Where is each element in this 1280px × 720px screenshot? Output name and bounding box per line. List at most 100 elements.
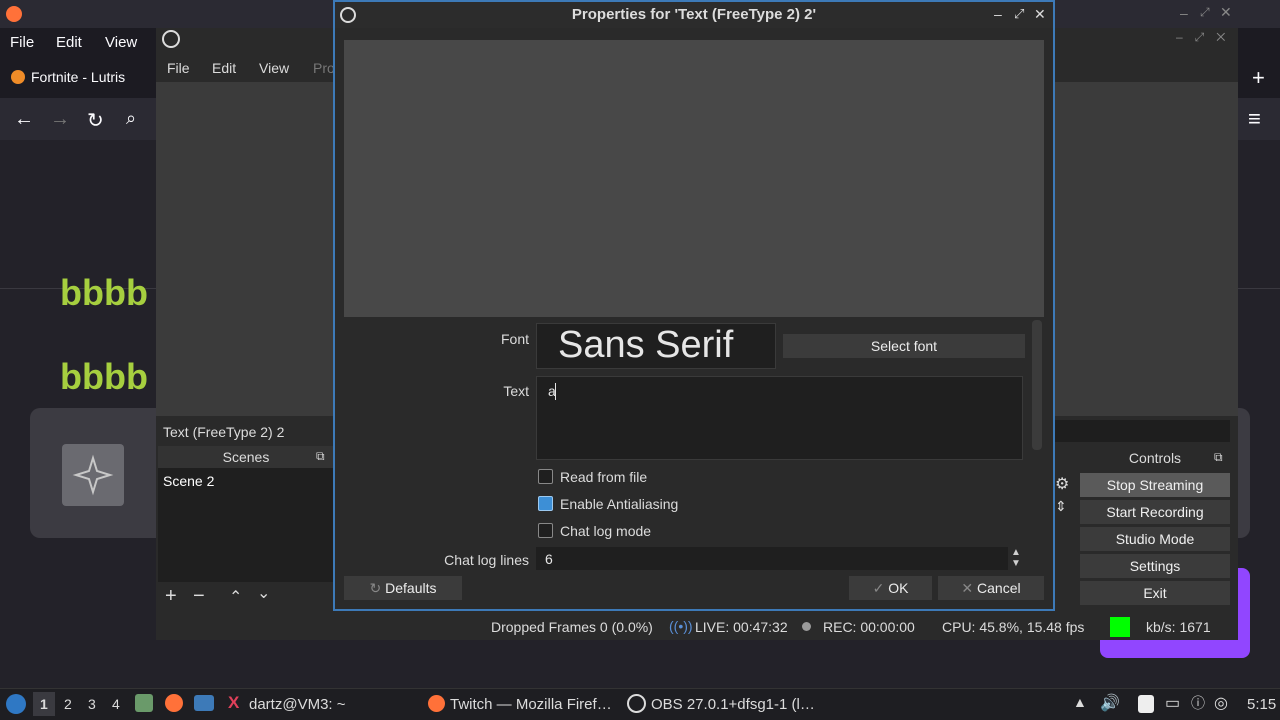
- defaults-button[interactable]: ↻ Defaults: [344, 576, 462, 600]
- window-minimize-icon[interactable]: –: [1180, 5, 1188, 21]
- taskbar-terminal[interactable]: dartz@VM3: ~: [249, 696, 346, 713]
- live-time: LIVE: 00:47:32: [695, 619, 788, 635]
- firefox-tab-title[interactable]: Fortnite - Lutris: [31, 69, 125, 85]
- workspace-4[interactable]: 4: [112, 696, 120, 712]
- taskbar-firefox[interactable]: Twitch — Mozilla Firef…: [450, 696, 612, 713]
- chat-log-lines-value: 6: [545, 551, 553, 567]
- obs-menu-edit[interactable]: Edit: [212, 60, 236, 76]
- firefox-menu-file[interactable]: File: [10, 34, 34, 51]
- obs-menu-profile[interactable]: Pro: [313, 60, 335, 76]
- font-name: Sans Serif: [558, 324, 734, 366]
- forward-icon[interactable]: →: [50, 108, 70, 131]
- back-icon[interactable]: ←: [14, 108, 34, 131]
- search-icon[interactable]: ⌕: [126, 108, 136, 129]
- content-text-1: bbbb: [60, 272, 148, 313]
- window-close-icon[interactable]: ✕: [1220, 4, 1232, 21]
- obs-window-controls[interactable]: –⤢✕: [1176, 30, 1237, 45]
- check-icon: ✓: [872, 580, 889, 596]
- ok-label: OK: [888, 580, 909, 596]
- firefox-icon[interactable]: [165, 694, 183, 712]
- workspace-3[interactable]: 3: [88, 696, 96, 712]
- x-icon: ✕: [961, 580, 978, 596]
- chat-log-mode-checkbox[interactable]: [538, 523, 553, 538]
- firefox-task-icon: [428, 695, 445, 712]
- antialiasing-label[interactable]: Enable Antialiasing: [560, 496, 678, 512]
- new-tab-button[interactable]: +: [1252, 65, 1265, 91]
- workspace-2[interactable]: 2: [64, 696, 72, 712]
- scenes-title: Scenes: [158, 446, 334, 468]
- chat-log-lines-label: Chat log lines: [444, 552, 529, 568]
- dialog-preview: [344, 40, 1044, 317]
- cancel-button[interactable]: ✕ Cancel: [938, 576, 1044, 600]
- reload-icon[interactable]: ↻: [87, 108, 104, 133]
- controls-title: Controls: [1128, 450, 1182, 466]
- file-manager-icon[interactable]: [135, 694, 153, 712]
- bitrate-indicator: [1110, 617, 1130, 637]
- undock-icon[interactable]: ⧉: [1214, 450, 1223, 465]
- sparkle-icon: [62, 444, 124, 506]
- updown-icon[interactable]: ⇕: [1055, 498, 1067, 515]
- dialog-title: Properties for 'Text (FreeType 2) 2': [571, 6, 817, 23]
- clipboard-icon[interactable]: [1138, 695, 1154, 713]
- obs-menu-view[interactable]: View: [259, 60, 289, 76]
- obs-menu-file[interactable]: File: [167, 60, 190, 76]
- add-scene-icon[interactable]: +: [165, 585, 177, 608]
- volume-icon[interactable]: 🔊: [1100, 693, 1120, 713]
- menu-icon[interactable]: ≡: [1248, 106, 1261, 132]
- exit-button[interactable]: Exit: [1080, 581, 1230, 605]
- gear-icon[interactable]: ⚙: [1055, 474, 1069, 494]
- clock: 5:15: [1247, 696, 1277, 713]
- source-toolbar: [1055, 420, 1230, 442]
- scenes-toolbar: [158, 582, 334, 610]
- obs-logo-icon: [162, 30, 180, 48]
- notification-icon[interactable]: ⓘ: [1191, 693, 1205, 713]
- font-label: Font: [500, 331, 529, 347]
- settings-button[interactable]: Settings: [1080, 554, 1230, 578]
- start-recording-button[interactable]: Start Recording: [1080, 500, 1230, 524]
- firefox-logo-icon: [6, 6, 22, 22]
- network-icon[interactable]: ◎: [1214, 693, 1228, 713]
- text-caret: [555, 383, 556, 400]
- taskbar-obs[interactable]: OBS 27.0.1+dfsg1-1 (l…: [651, 696, 815, 713]
- read-from-file-label[interactable]: Read from file: [560, 469, 647, 485]
- close-icon[interactable]: ✕: [1034, 6, 1046, 23]
- terminal-icon: X: [228, 693, 240, 712]
- obs-task-icon: [627, 694, 646, 713]
- undock-icon[interactable]: ⧉: [316, 449, 325, 464]
- workspace-1[interactable]: 1: [40, 696, 48, 712]
- window-maximize-icon[interactable]: ⤢: [1200, 5, 1210, 20]
- read-from-file-checkbox[interactable]: [538, 469, 553, 484]
- lutris-tab-icon: [11, 70, 25, 84]
- live-icon: ((•)): [669, 618, 693, 634]
- reset-icon: ↻: [369, 580, 386, 596]
- text-input[interactable]: [536, 376, 1023, 460]
- antialiasing-checkbox[interactable]: [538, 496, 553, 511]
- move-up-icon[interactable]: ⌃: [229, 587, 242, 607]
- dropped-frames: Dropped Frames 0 (0.0%): [491, 619, 653, 635]
- stop-streaming-button[interactable]: Stop Streaming: [1080, 473, 1230, 497]
- move-down-icon[interactable]: ⌄: [257, 583, 270, 603]
- desktop-icon[interactable]: [194, 695, 214, 711]
- rec-icon: [802, 622, 811, 631]
- chat-log-mode-label[interactable]: Chat log mode: [560, 523, 651, 539]
- scene-item[interactable]: Scene 2: [163, 473, 214, 489]
- remove-scene-icon[interactable]: −: [193, 585, 205, 608]
- firefox-menu-view[interactable]: View: [105, 34, 137, 51]
- select-font-button[interactable]: Select font: [783, 334, 1025, 358]
- tray-up-icon[interactable]: ▲: [1073, 694, 1087, 710]
- display-icon[interactable]: ▭: [1165, 693, 1180, 713]
- minimize-icon[interactable]: –: [994, 6, 1002, 22]
- dialog-scrollbar[interactable]: [1032, 320, 1042, 450]
- firefox-menu-edit[interactable]: Edit: [56, 34, 82, 51]
- content-text-2: bbbb: [60, 356, 148, 397]
- start-menu-icon[interactable]: [6, 694, 26, 714]
- studio-mode-button[interactable]: Studio Mode: [1080, 527, 1230, 551]
- spin-arrows-icon[interactable]: ▲ ▼: [1008, 547, 1024, 570]
- cpu-usage: CPU: 45.8%, 15.48 fps: [942, 619, 1085, 635]
- chat-log-lines-input[interactable]: [536, 547, 1008, 570]
- defaults-label: Defaults: [385, 580, 437, 596]
- ok-button[interactable]: ✓ OK: [849, 576, 932, 600]
- maximize-icon[interactable]: ⤢: [1014, 6, 1024, 22]
- bitrate: kb/s: 1671: [1146, 619, 1211, 635]
- text-label: Text: [503, 383, 529, 399]
